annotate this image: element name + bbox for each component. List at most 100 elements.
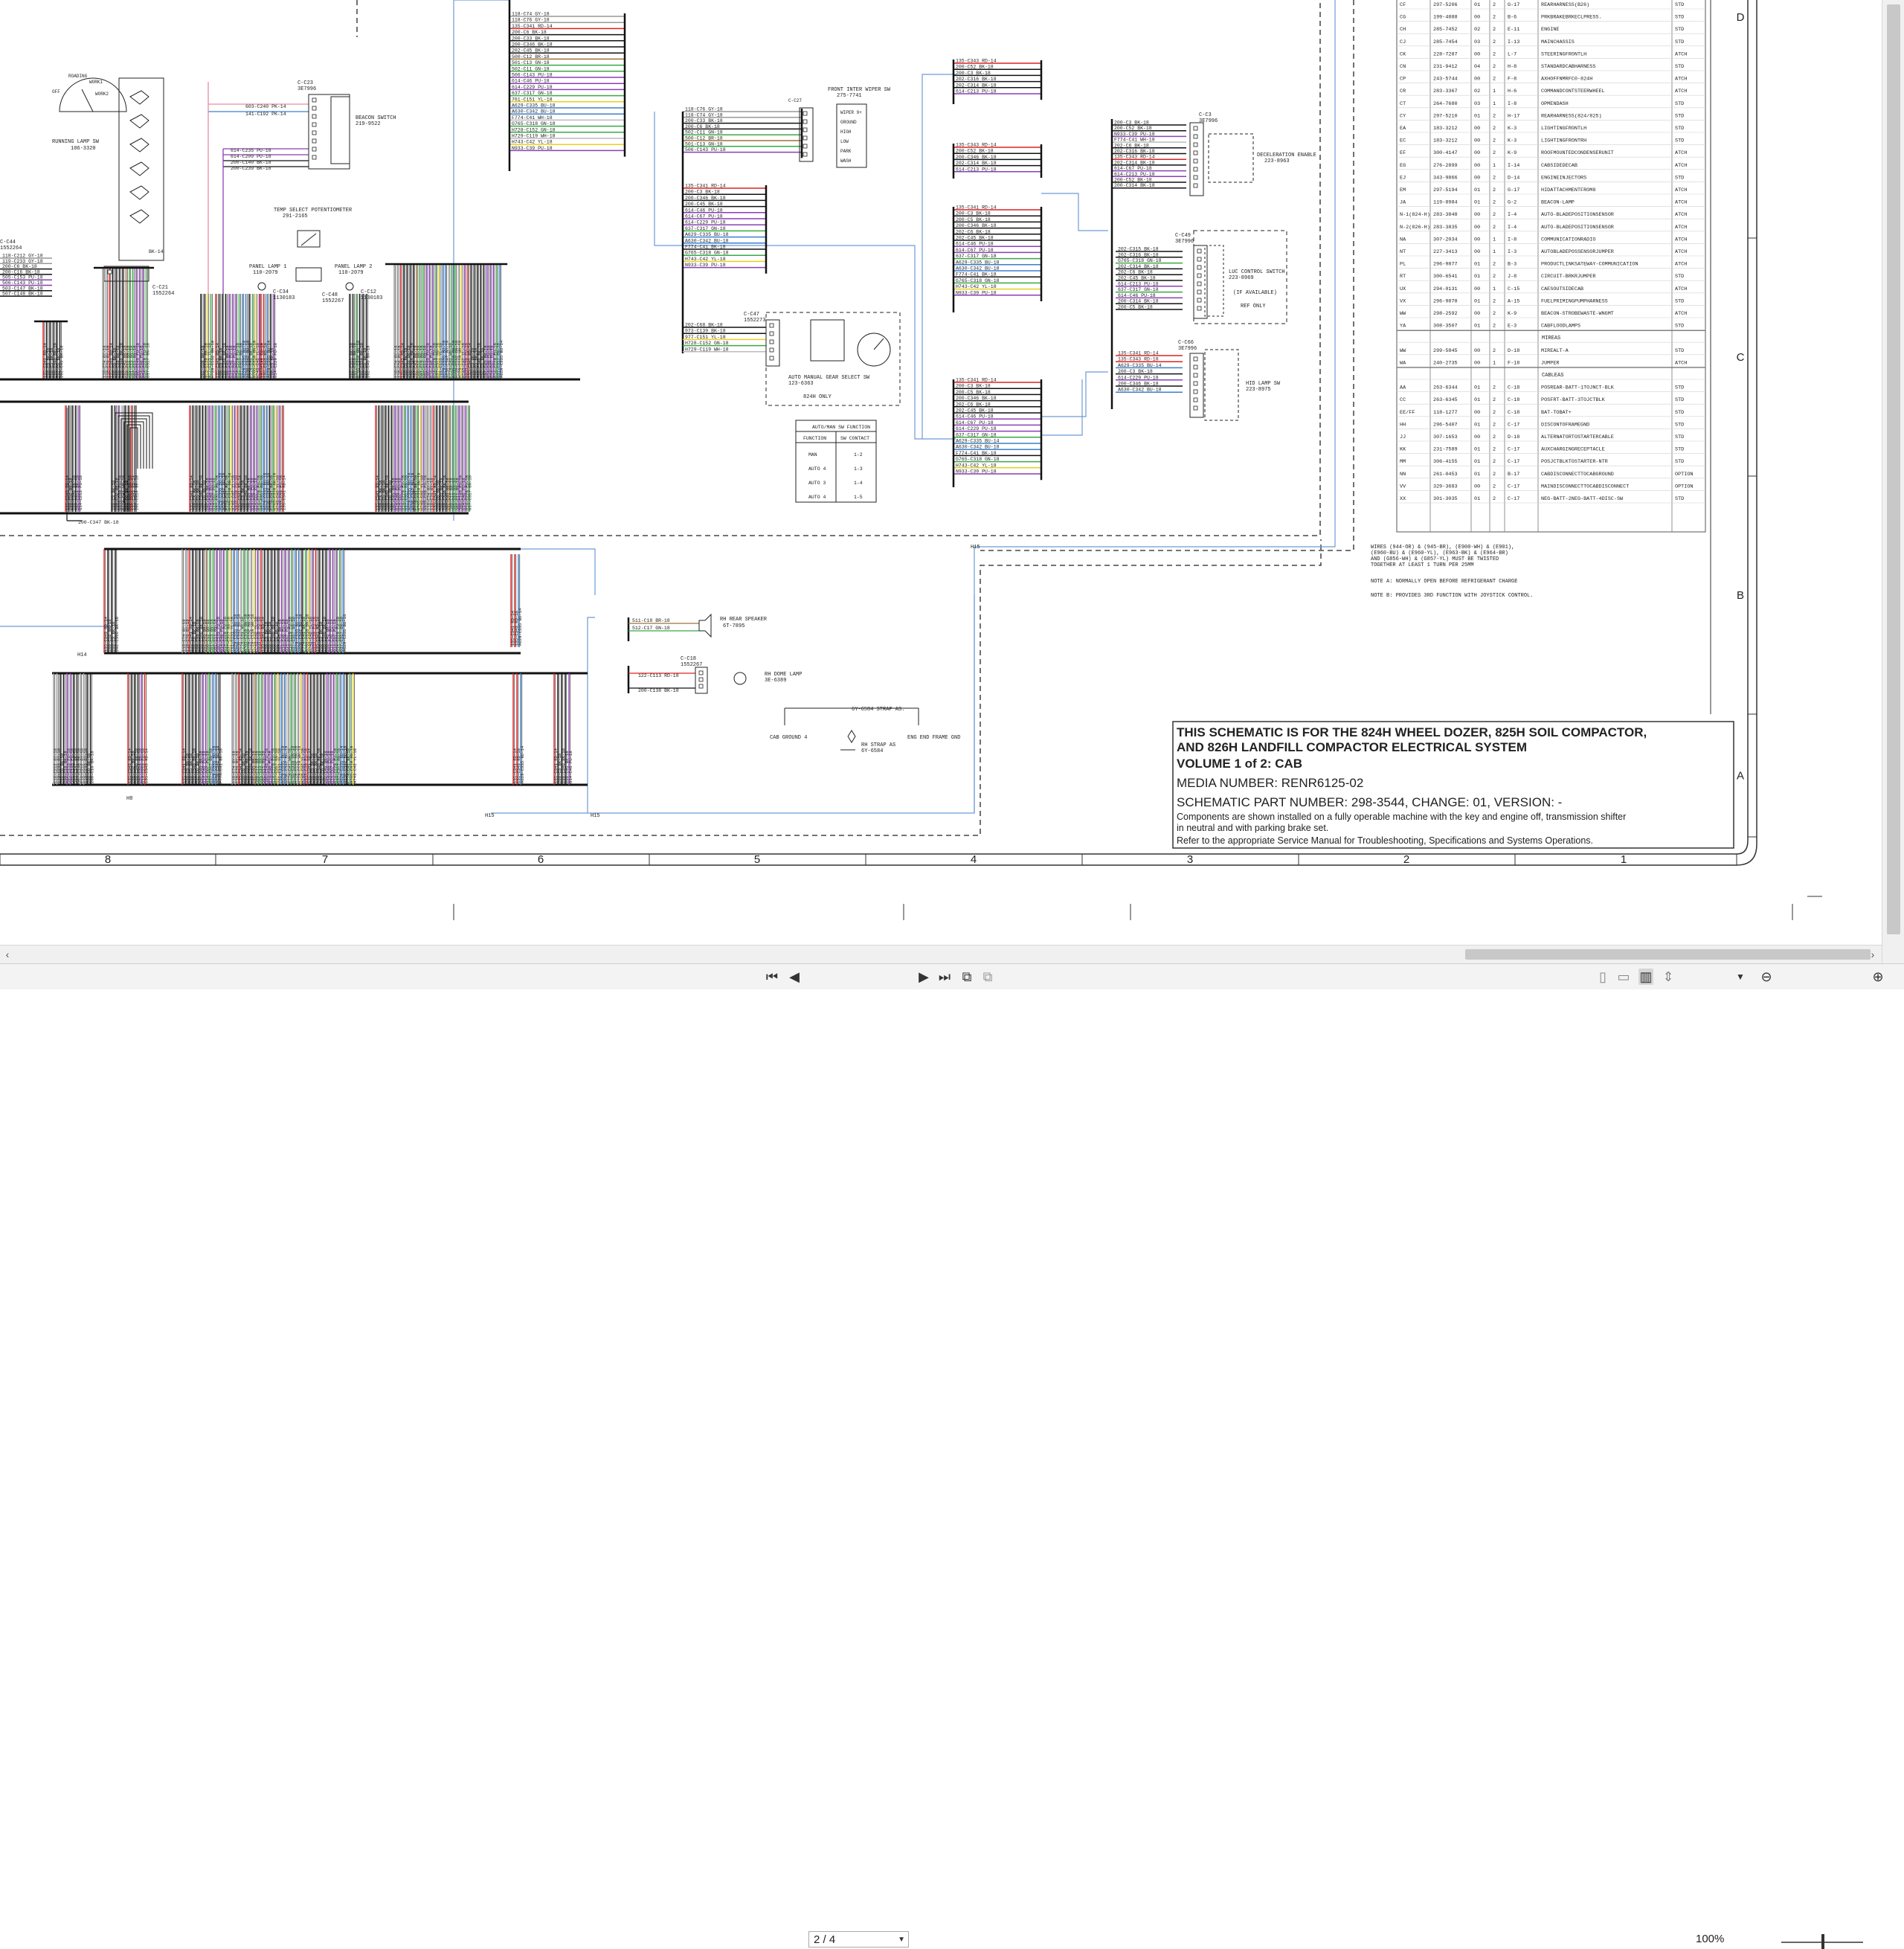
zone-row-letter: C <box>1737 351 1745 364</box>
prev-page-icon[interactable]: ◀ <box>787 969 802 985</box>
beacon-switch-pin <box>312 147 317 152</box>
harness-table-cell: 00 <box>1474 434 1480 440</box>
zoom-menu-chevron-icon[interactable]: ▼ <box>1733 969 1748 985</box>
marker-h14: H14 <box>77 652 87 658</box>
bundle-v-left-4: 135-C341 RD-14200-C3 BK-18200-C346 BK-18… <box>207 294 267 381</box>
harness-table-cell: 2 <box>1493 225 1496 231</box>
bundle-wire-label: A629-C335 BU-14 <box>518 608 523 646</box>
bundle-wire-label: 135-C343 RD-14 <box>1114 155 1155 160</box>
harness-table-cell: 00 <box>1474 126 1480 132</box>
harness-route <box>1041 193 1108 231</box>
horizontal-scrollbar[interactable]: ‹ › <box>0 945 1882 964</box>
harness-table-cell: 01 <box>1474 447 1480 453</box>
auto-manual-table-cell: AUTO 4 <box>808 466 826 472</box>
continuous-view-icon[interactable]: ▭ <box>1616 969 1631 985</box>
bundle-wire-label: 202-C316 BK-18 <box>956 77 997 82</box>
fit-width-icon[interactable]: ⧉ <box>980 969 995 985</box>
scroll-left-icon[interactable]: ‹ <box>0 947 15 962</box>
cab-ground-label: CAB GROUND 4 <box>770 735 807 741</box>
harness-table-cell: 2 <box>1493 459 1496 465</box>
bundle-v-mid-1: 135-C343 RD-14200-C52 BK-18200-C346 BK-1… <box>65 405 83 512</box>
harness-table-cell: 1 <box>1493 249 1496 255</box>
bundle-wire-label: A629-C335 BU-18 <box>342 614 347 652</box>
harness-table-section-title: CABLEAS <box>1542 373 1563 379</box>
hid-pin <box>1193 356 1198 362</box>
harness-table-cell: STD <box>1675 298 1684 304</box>
harness-table-cell: D-18 <box>1508 348 1519 354</box>
harness-table-cell: AUTO-BLADEPOSITIONSENSOR <box>1541 225 1614 231</box>
bundle-wire-label: H743-C42 YL-18 <box>956 284 997 289</box>
harness-table: CF 297-5206 01 2 G-17 REARHARNESS(B26) STD CG 19… <box>1396 0 1706 533</box>
vertical-scroll-thumb[interactable] <box>1887 4 1900 934</box>
bundle-wire-label: N933-C39 PU-18 <box>956 290 997 295</box>
bundle-v-bottom-2: 135-C343 RD-14200-C52 BK-18200-C346 BK-1… <box>127 673 149 785</box>
auto-manual-table-cell: MAN <box>808 452 817 457</box>
zoom-out-icon[interactable]: ⊖ <box>1759 969 1774 985</box>
page-number-input[interactable]: 2 / 4 ▼ <box>808 1931 909 1948</box>
bundle-wire-label: 200-C52 BK-18 <box>956 149 994 154</box>
harness-table-cell: 1 <box>1493 89 1496 94</box>
harness-table-cell: STANDARDCABHARNESS <box>1541 64 1595 70</box>
marker-h15: H15 <box>591 813 600 819</box>
wire-label-200-c347: 200-C347 BK-18 <box>78 520 119 525</box>
zoom-slider-handle[interactable] <box>1821 1934 1824 1949</box>
harness-table-cell: 343-9866 <box>1433 175 1458 181</box>
harness-table-cell: CK <box>1400 51 1406 57</box>
horizontal-scroll-thumb[interactable] <box>1465 949 1871 960</box>
harness-table-cell: 2 <box>1493 434 1496 440</box>
scroll-mode-icon[interactable]: ⇕ <box>1661 969 1676 985</box>
connector-c18-label: C-C18 <box>681 656 696 662</box>
harness-table-cell: RT <box>1400 274 1406 280</box>
harness-table-cell: ENGINEINJECTORS <box>1541 175 1586 181</box>
harness-route <box>1041 379 1083 436</box>
bundle-c66: 135-C341 RD-14135-C343 RD-18A629-C335 BU… <box>1116 351 1183 393</box>
harness-table-cell: 1 <box>1493 360 1496 366</box>
bundle-wire-label: 200-C3 BK-18 <box>685 190 720 195</box>
harness-table-cell: C-17 <box>1508 459 1519 465</box>
harness-table-cell: 1 <box>1493 237 1496 243</box>
bundle-wire-label: 200-C314 BK-18 <box>1118 299 1159 304</box>
bundle-wire-label: A630-C342 BU-18 <box>1118 388 1162 393</box>
zone-column-number: 2 <box>1403 853 1409 866</box>
harness-table-cell: STD <box>1675 138 1684 144</box>
harness-table-cell: 00 <box>1474 212 1480 218</box>
first-page-icon[interactable]: ⏮ <box>765 969 779 985</box>
gear-select-pin <box>769 323 774 328</box>
harness-table-cell: OPTION <box>1675 472 1693 478</box>
harness-table-cell: 01 <box>1474 472 1480 478</box>
bundle-wire-label: 614-C213 PU-18 <box>1114 172 1155 177</box>
harness-table-cell: UX <box>1400 286 1406 292</box>
wiper-connector-pin <box>803 135 808 141</box>
harness-table-cell: VV <box>1400 484 1406 489</box>
bundle-wire-label: 200-C33 BK-18 <box>685 118 723 123</box>
vertical-scrollbar[interactable] <box>1882 0 1904 963</box>
single-page-view-icon[interactable]: ▯ <box>1595 969 1610 985</box>
harness-table-cell: STD <box>1675 39 1684 45</box>
bundle-v-bottom-1: 118-C212 GY-18119-C233 GY-18200-C6 BK-18… <box>53 673 95 785</box>
harness-table-cell: 2 <box>1493 77 1496 83</box>
bundle-wire-label: 200-C6 BK-18 <box>2 264 37 269</box>
harness-table-cell: 2 <box>1493 113 1496 119</box>
harness-table-cell: 2 <box>1493 274 1496 280</box>
two-page-view-icon[interactable]: ▥ <box>1638 969 1653 985</box>
harness-table-cell: STD <box>1675 101 1684 107</box>
scroll-right-icon[interactable]: › <box>1865 947 1880 962</box>
bundle-wire-label: F774-C41 WH-18 <box>1114 138 1155 143</box>
bundle-wire-label: 614-C67 PU-18 <box>956 420 994 426</box>
harness-table-cell: H-6 <box>1508 89 1517 94</box>
harness-table-cell: 298-2592 <box>1433 311 1458 317</box>
next-page-icon[interactable]: ▶ <box>916 969 931 985</box>
zoom-in-icon[interactable]: ⊕ <box>1871 969 1885 985</box>
auto-manual-label: AUTO MANUAL GEAR SELECT SW <box>788 375 870 381</box>
wire-label: 512-C17 GN-18 <box>632 626 670 631</box>
harness-table-cell: 00 <box>1474 311 1480 317</box>
fit-page-icon[interactable]: ⧉ <box>959 969 974 985</box>
last-page-icon[interactable]: ⏭ <box>937 969 952 985</box>
harness-table-cell: 00 <box>1474 286 1480 292</box>
bundle-wire-label: 202-C45 BK-18 <box>1118 276 1156 281</box>
harness-table-cell: STD <box>1675 422 1684 428</box>
cab-area-border <box>0 539 1322 836</box>
bundle-wire-label: 637-C317 GN-18 <box>956 432 997 437</box>
harness-table-cell: G-2 <box>1508 200 1517 206</box>
zoom-level[interactable]: 100% <box>1696 1933 1724 1945</box>
